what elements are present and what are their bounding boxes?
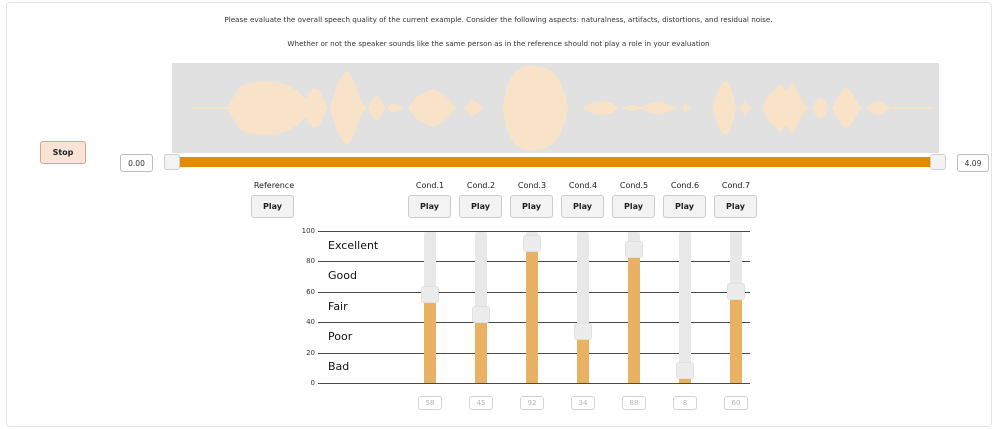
instruction-text: Please evaluate the overall speech quali…	[224, 15, 773, 24]
condition-label: Cond.7	[721, 181, 751, 190]
grade-excellent: Excellent	[328, 239, 379, 252]
condition-label: Cond.4	[568, 181, 598, 190]
rating-value: 45	[469, 396, 493, 410]
waveform-graphic	[192, 65, 932, 151]
rating-slider-cond7[interactable]	[727, 232, 745, 383]
slider-thumb[interactable]	[574, 322, 592, 340]
rating-value: 58	[418, 396, 442, 410]
play-cond1-button[interactable]: Play	[408, 195, 451, 218]
slider-thumb[interactable]	[421, 286, 439, 304]
rating-value: 60	[724, 396, 748, 410]
play-reference-button[interactable]: Play	[251, 195, 294, 218]
rating-value: 88	[622, 396, 646, 410]
play-cond3-button[interactable]: Play	[510, 195, 553, 218]
condition-label: Cond.5	[619, 181, 649, 190]
seek-bar[interactable]	[174, 157, 941, 167]
slider-thumb[interactable]	[472, 306, 490, 324]
seek-start-handle[interactable]	[164, 154, 180, 170]
slider-thumb[interactable]	[676, 361, 694, 379]
rating-slider-cond2[interactable]	[472, 232, 490, 383]
seek-position-handle[interactable]	[930, 154, 946, 170]
time-start: 0.00	[120, 154, 153, 172]
scale-tick: 80	[306, 257, 315, 265]
scale-tick: 60	[306, 288, 315, 296]
condition-label: Cond.1	[415, 181, 445, 190]
slider-thumb[interactable]	[523, 235, 541, 253]
play-cond5-button[interactable]: Play	[612, 195, 655, 218]
waveform-display[interactable]	[172, 63, 939, 153]
condition-label: Cond.6	[670, 181, 700, 190]
grade-fair: Fair	[328, 300, 348, 313]
rating-value: 34	[571, 396, 595, 410]
condition-label: Cond.2	[466, 181, 496, 190]
play-cond4-button[interactable]: Play	[561, 195, 604, 218]
scale-tick: 40	[306, 318, 315, 326]
instruction-note: Whether or not the speaker sounds like t…	[287, 39, 710, 48]
rating-slider-cond1[interactable]	[421, 232, 439, 383]
scale-tick: 100	[301, 227, 315, 235]
scale-tick: 20	[306, 349, 315, 357]
slider-thumb[interactable]	[625, 241, 643, 259]
slider-fill	[424, 295, 436, 383]
slider-fill	[730, 292, 742, 383]
rating-slider-cond3[interactable]	[523, 232, 541, 383]
grade-bad: Bad	[328, 360, 350, 373]
condition-label: Cond.3	[517, 181, 547, 190]
slider-fill	[628, 250, 640, 383]
grade-good: Good	[328, 269, 357, 282]
play-cond6-button[interactable]: Play	[663, 195, 706, 218]
rating-value: 8	[673, 396, 697, 410]
slider-thumb[interactable]	[727, 283, 745, 301]
stop-button[interactable]: Stop	[40, 141, 86, 164]
rating-slider-cond5[interactable]	[625, 232, 643, 383]
slider-fill	[526, 244, 538, 383]
rating-value: 92	[520, 396, 544, 410]
play-cond7-button[interactable]: Play	[714, 195, 757, 218]
play-cond2-button[interactable]: Play	[459, 195, 502, 218]
time-end: 4.09	[957, 154, 989, 172]
rating-slider-cond6[interactable]	[676, 232, 694, 383]
scale-tick: 0	[310, 379, 315, 387]
rating-slider-cond4[interactable]	[574, 232, 592, 383]
slider-fill	[475, 315, 487, 383]
scale-line-0	[318, 383, 750, 384]
reference-label: Reference	[253, 181, 295, 190]
grade-poor: Poor	[328, 330, 353, 343]
